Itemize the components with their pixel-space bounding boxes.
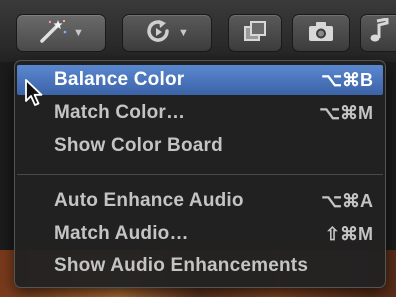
menu-item-shortcut: ⌥⌘M [319,102,373,123]
menu-item-label: Show Audio Enhancements [54,255,309,276]
menu-item-label: Balance Color [54,69,185,90]
menu-item-shortcut: ⌥⌘A [321,190,373,211]
menu-item-label: Show Color Board [54,135,223,156]
mouse-pointer-icon [24,78,46,113]
music-browser-button[interactable] [360,14,396,52]
music-note-icon [369,16,389,49]
retime-icon [145,18,173,49]
magic-wand-icon [38,18,68,49]
enhancements-dropdown-menu: Balance Color ⌥⌘B Match Color… ⌥⌘M Show … [14,60,386,288]
menu-item-auto-enhance-audio[interactable]: Auto Enhance Audio ⌥⌘A [17,186,383,216]
retiming-menu-button[interactable]: ▼ [122,14,212,52]
menu-item-match-audio[interactable]: Match Audio… ⇧⌘M [17,219,383,249]
menu-item-match-color[interactable]: Match Color… ⌥⌘M [17,98,383,128]
layers-icon [242,19,268,48]
menu-item-show-color-board[interactable]: Show Color Board [17,131,383,161]
transitions-browser-button[interactable] [228,14,282,52]
menu-item-label: Match Color… [54,102,186,123]
enhancements-menu-button[interactable]: ▼ [16,14,106,52]
menu-item-label: Match Audio… [54,223,189,244]
menu-item-show-audio-enhancements[interactable]: Show Audio Enhancements [17,251,383,281]
chevron-down-icon: ▼ [73,27,84,39]
menu-item-balance-color[interactable]: Balance Color ⌥⌘B [17,65,383,95]
camera-icon [307,19,335,48]
menu-item-shortcut: ⌥⌘B [321,69,373,90]
photos-browser-button[interactable] [292,14,350,52]
menu-item-shortcut: ⇧⌘M [324,223,373,244]
menu-item-label: Auto Enhance Audio [54,190,244,211]
toolbar: ▼ ▼ [0,0,396,62]
chevron-down-icon: ▼ [178,27,189,39]
menu-separator [17,174,383,175]
